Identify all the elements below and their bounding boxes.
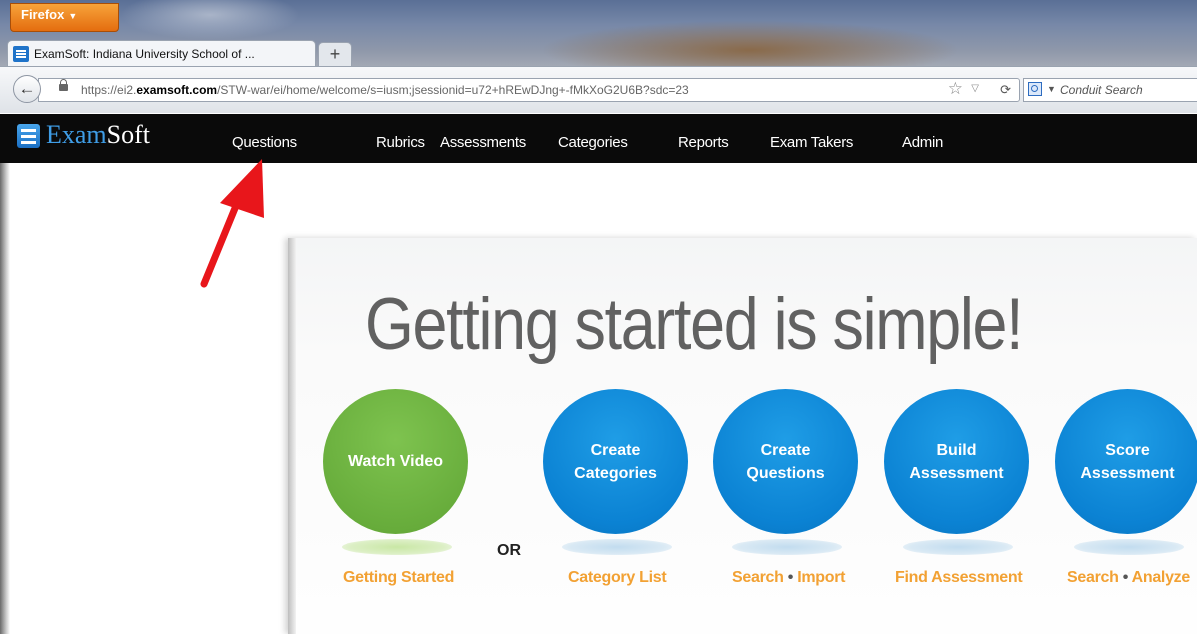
examsoft-wordmark: ExamSoft	[46, 120, 150, 150]
circle-shadow	[903, 539, 1013, 555]
red-annotation-arrow-icon	[200, 159, 264, 288]
nav-reports[interactable]: Reports	[678, 134, 729, 151]
search-bar[interactable]: ▼ Conduit Search	[1023, 78, 1197, 102]
find-assessment-link[interactable]: Find Assessment	[895, 569, 1023, 587]
plus-icon: +	[329, 44, 341, 64]
back-button[interactable]: ←	[13, 75, 41, 103]
browser-navigation-bar: https://ei2.examsoft.com/STW-war/ei/home…	[0, 66, 1197, 113]
nav-exam-takers[interactable]: Exam Takers	[770, 134, 853, 151]
nav-rubrics[interactable]: Rubrics	[376, 134, 425, 151]
app-navigation-bar: ExamSoft Questions Rubrics Assessments C…	[0, 114, 1197, 163]
search-questions-link[interactable]: Search	[732, 569, 784, 586]
firefox-menu-label: Firefox	[21, 7, 65, 22]
examsoft-favicon-icon	[13, 46, 29, 62]
tab-title: ExamSoft: Indiana University School of .…	[34, 47, 255, 61]
nav-assessments[interactable]: Assessments	[440, 134, 526, 151]
create-questions-button[interactable]: Create Questions	[713, 389, 858, 534]
search-placeholder: Conduit Search	[1060, 83, 1143, 97]
logo-soft: Soft	[106, 120, 150, 149]
create-categories-button[interactable]: Create Categories	[543, 389, 688, 534]
firefox-menu-button[interactable]: Firefox ▼	[10, 3, 119, 32]
getting-started-link[interactable]: Getting Started	[343, 569, 454, 587]
build-assessment-label: Build Assessment	[909, 441, 1004, 482]
chevron-down-icon: ▼	[68, 11, 78, 21]
bookmark-star-icon[interactable]: ☆	[948, 79, 963, 99]
category-list-link[interactable]: Category List	[568, 569, 667, 587]
nav-questions[interactable]: Questions	[232, 134, 297, 151]
search-engine-icon[interactable]	[1028, 82, 1042, 96]
address-bar[interactable]: https://ei2.examsoft.com/STW-war/ei/home…	[38, 78, 1020, 102]
new-tab-button[interactable]: +	[318, 42, 352, 67]
search-analyze-links: Search • Analyze	[1067, 569, 1190, 587]
page-headline: Getting started is simple!	[365, 284, 1024, 365]
search-import-links: Search • Import	[732, 569, 845, 587]
bullet-separator: •	[1122, 569, 1129, 586]
browser-tab[interactable]: ExamSoft: Indiana University School of .…	[7, 40, 316, 67]
circle-shadow	[1074, 539, 1184, 555]
address-url: https://ei2.examsoft.com/STW-war/ei/home…	[81, 83, 689, 97]
score-assessment-label: Score Assessment	[1080, 441, 1175, 482]
examsoft-logo-icon	[17, 124, 40, 148]
lock-icon	[59, 79, 68, 91]
panel-left-edge	[288, 238, 296, 634]
analyze-link[interactable]: Analyze	[1132, 569, 1191, 586]
watch-video-button[interactable]: Watch Video	[323, 389, 468, 534]
url-prefix: https://ei2.	[81, 83, 137, 97]
import-link[interactable]: Import	[797, 569, 845, 586]
create-questions-label: Create Questions	[746, 441, 825, 482]
circle-shadow	[732, 539, 842, 555]
browser-chrome: Firefox ▼ ExamSoft: Indiana University Sc…	[0, 0, 1197, 113]
background-wallpaper-cloud	[120, 0, 300, 40]
chevron-down-icon[interactable]: ▼	[1047, 84, 1056, 94]
bullet-separator: •	[787, 569, 794, 586]
watch-video-label: Watch Video	[347, 453, 444, 470]
or-separator: OR	[497, 542, 521, 559]
url-path: /STW-war/ei/home/welcome/s=iusm;jsession…	[217, 83, 689, 97]
create-categories-label: Create Categories	[574, 441, 657, 482]
back-arrow-icon: ←	[18, 79, 36, 98]
page-left-shadow	[0, 163, 10, 634]
nav-admin[interactable]: Admin	[902, 134, 943, 151]
circle-shadow	[562, 539, 672, 555]
reload-icon[interactable]: ⟳	[1000, 82, 1011, 98]
logo-exam: Exam	[46, 120, 107, 149]
build-assessment-button[interactable]: Build Assessment	[884, 389, 1029, 534]
nav-categories[interactable]: Categories	[558, 134, 628, 151]
score-assessment-button[interactable]: Score Assessment	[1055, 389, 1197, 534]
url-domain: examsoft.com	[136, 83, 218, 97]
circle-shadow	[342, 539, 452, 555]
search-scores-link[interactable]: Search	[1067, 569, 1119, 586]
history-dropdown-icon[interactable]: ▽	[971, 83, 979, 94]
